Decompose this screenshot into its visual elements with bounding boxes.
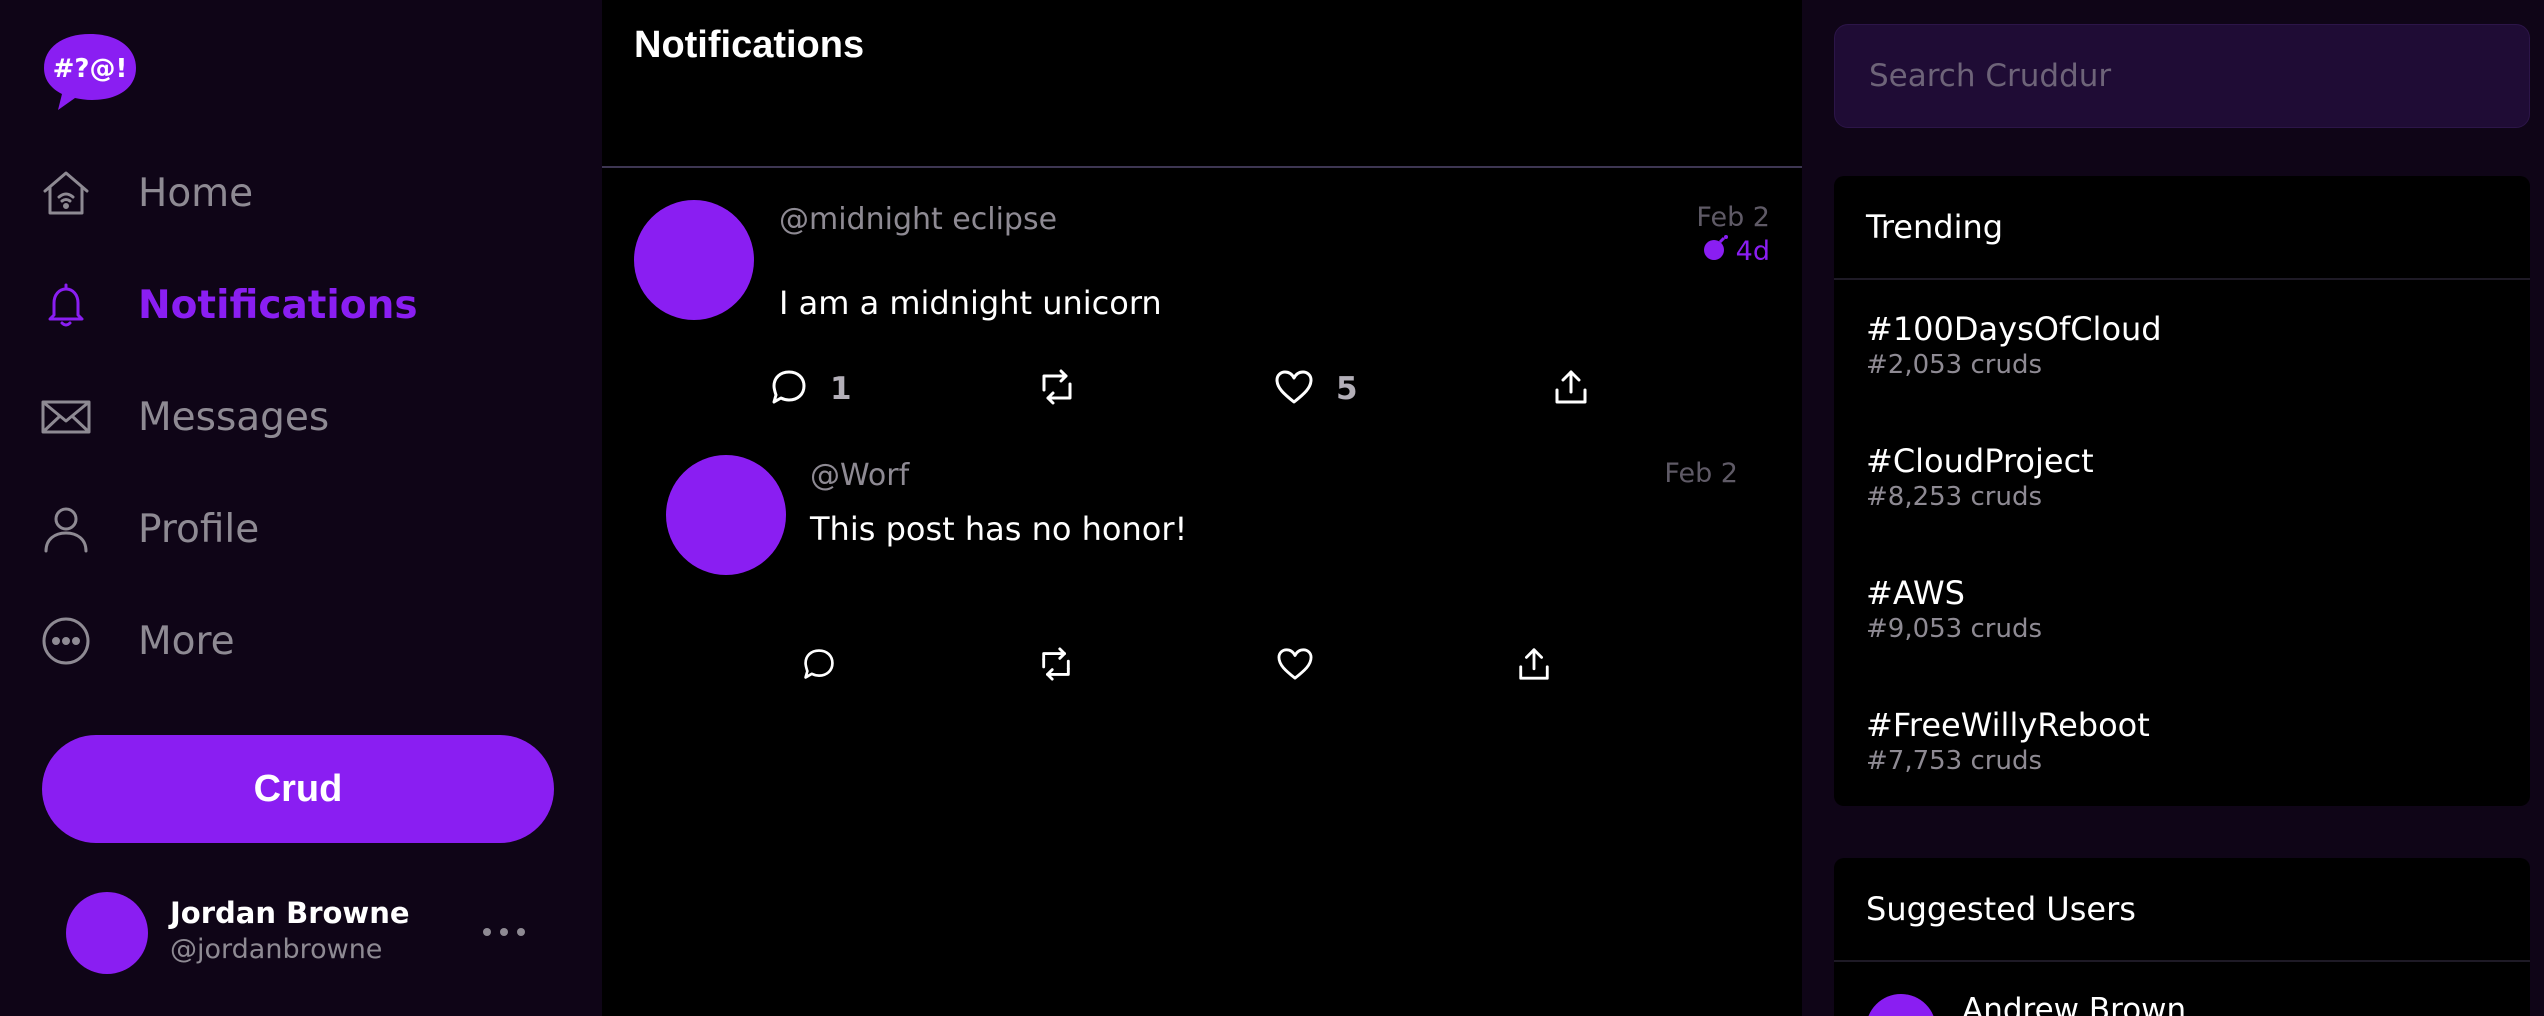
post-date: Feb 2	[1696, 202, 1770, 233]
repost-icon	[1036, 646, 1076, 686]
trending-item[interactable]: #FreeWillyReboot #7,753 cruds	[1834, 676, 2530, 806]
suggested-users-card: Suggested Users Andrew Brown	[1834, 858, 2530, 1016]
repost-button[interactable]	[1036, 641, 1076, 691]
trending-count: #8,253 cruds	[1866, 482, 2042, 512]
person-icon	[40, 503, 92, 555]
reply-icon	[770, 368, 808, 410]
crud-button[interactable]: Crud	[42, 735, 554, 843]
trending-item[interactable]: #100DaysOfCloud #2,053 cruds	[1834, 280, 2530, 412]
sidebar-item-label: Notifications	[138, 282, 418, 328]
heart-icon	[1274, 369, 1314, 409]
trending-count: #7,753 cruds	[1866, 746, 2042, 776]
trending-item[interactable]: #AWS #9,053 cruds	[1834, 544, 2530, 676]
share-icon	[1552, 368, 1590, 410]
sidebar-item-profile[interactable]: Profile	[40, 494, 259, 564]
current-user: Jordan Browne @jordanbrowne	[66, 892, 566, 974]
share-button[interactable]	[1516, 641, 1552, 691]
share-button[interactable]	[1552, 364, 1590, 414]
search-input[interactable]	[1834, 24, 2530, 128]
suggested-user[interactable]: Andrew Brown	[1834, 962, 2530, 1016]
logo-text: #?@!	[53, 54, 128, 84]
post-ttl: 4d	[1735, 236, 1770, 267]
trending-count: #2,053 cruds	[1866, 350, 2042, 380]
like-button[interactable]	[1276, 641, 1314, 691]
trending-tag: #FreeWillyReboot	[1866, 706, 2150, 744]
suggested-user-name: Andrew Brown	[1962, 992, 2187, 1016]
trending-tag: #AWS	[1866, 574, 1965, 612]
sidebar-item-label: Home	[138, 170, 254, 216]
more-circle-icon	[40, 615, 92, 667]
avatar[interactable]	[666, 455, 786, 575]
post-handle[interactable]: @Worf	[810, 458, 909, 493]
trending-count: #9,053 cruds	[1866, 614, 2042, 644]
sidebar-item-home[interactable]: Home	[40, 158, 253, 228]
cruddur-logo[interactable]: #?@!	[40, 30, 140, 114]
like-count: 5	[1336, 371, 1358, 407]
left-sidebar: #?@! Home Notifications Messages Profile…	[0, 0, 602, 1016]
user-name: Jordan Browne	[170, 896, 410, 930]
main-feed: Notifications @midnight eclipse Feb 2 4d…	[602, 0, 1802, 1016]
bell-icon	[40, 279, 92, 331]
share-icon	[1516, 646, 1552, 686]
sidebar-item-notifications[interactable]: Notifications	[40, 270, 418, 340]
sidebar-item-messages[interactable]: Messages	[40, 382, 329, 452]
avatar[interactable]	[634, 200, 754, 320]
trending-card: Trending #100DaysOfCloud #2,053 cruds #C…	[1834, 176, 2530, 806]
user-more-icon[interactable]	[474, 912, 534, 952]
trending-title: Trending	[1834, 176, 2530, 280]
reply-button[interactable]	[802, 641, 836, 691]
reply-button[interactable]: 1	[770, 364, 852, 414]
sidebar-item-label: Profile	[138, 506, 260, 552]
sidebar-item-label: More	[138, 618, 235, 664]
post-item[interactable]: @midnight eclipse Feb 2 4d I am a midnig…	[602, 168, 1802, 418]
envelope-icon	[40, 391, 92, 443]
page-title: Notifications	[634, 24, 865, 66]
suggested-users-title: Suggested Users	[1834, 858, 2530, 962]
post-message: I am a midnight unicorn	[779, 284, 1162, 322]
post-expiry: 4d	[1702, 234, 1770, 269]
repost-button[interactable]	[1036, 364, 1078, 414]
trending-tag: #CloudProject	[1866, 442, 2094, 480]
post-item[interactable]: @Worf Feb 2 This post has no honor!	[602, 440, 1802, 690]
avatar[interactable]	[1866, 994, 1936, 1016]
user-handle: @jordanbrowne	[170, 934, 383, 965]
heart-icon	[1276, 647, 1314, 685]
like-button[interactable]: 5	[1274, 364, 1358, 414]
trending-tag: #100DaysOfCloud	[1866, 310, 2162, 348]
reply-count: 1	[830, 371, 852, 407]
avatar[interactable]	[66, 892, 148, 974]
sidebar-item-more[interactable]: More	[40, 606, 235, 676]
bomb-icon	[1702, 234, 1730, 269]
post-date: Feb 2	[1664, 458, 1738, 489]
post-handle[interactable]: @midnight eclipse	[779, 202, 1057, 237]
repost-icon	[1036, 368, 1078, 410]
home-icon	[40, 167, 92, 219]
sidebar-item-label: Messages	[138, 394, 330, 440]
right-sidebar: Trending #100DaysOfCloud #2,053 cruds #C…	[1802, 0, 2544, 1016]
trending-item[interactable]: #CloudProject #8,253 cruds	[1834, 412, 2530, 544]
reply-icon	[802, 647, 836, 685]
post-message: This post has no honor!	[810, 510, 1188, 548]
